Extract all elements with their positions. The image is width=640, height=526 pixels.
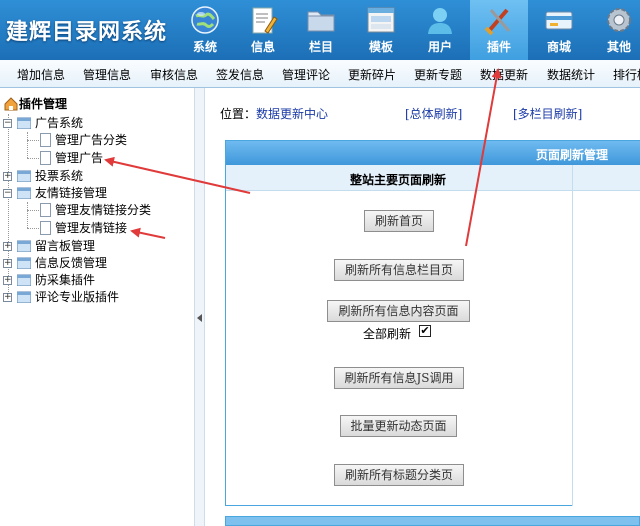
top-header: 建辉目录网系统 系统 信息 栏目 模板 用户 插件 商城 其他 (0, 0, 640, 60)
expand-toggle-icon[interactable]: + (3, 259, 12, 268)
folder-icon (304, 4, 338, 36)
subnav-manage-comments[interactable]: 管理评论 (282, 66, 330, 83)
page-icon (40, 203, 51, 217)
gear-icon (602, 4, 636, 36)
folder-open-icon (17, 117, 31, 129)
tree-node-label: 留言板管理 (35, 239, 96, 253)
subnav-manage-info[interactable]: 管理信息 (83, 66, 131, 83)
tree-node-label: 评论专业版插件 (35, 290, 120, 304)
nav-info[interactable]: 信息 (234, 0, 292, 60)
refresh-home-button[interactable]: 刷新首页 (364, 210, 434, 232)
tree-leaf-label: 管理广告分类 (55, 133, 128, 147)
nav-template-label: 模板 (368, 40, 393, 54)
tree-connector (27, 228, 39, 229)
folder-icon (17, 291, 31, 303)
page-icon (40, 151, 51, 165)
folder-icon (17, 274, 31, 286)
subnav-update-topics[interactable]: 更新专题 (414, 66, 462, 83)
refresh-panel: 页面刷新管理 整站主要页面刷新 (225, 140, 640, 506)
refresh-title-class-button[interactable]: 刷新所有标题分类页 (334, 464, 464, 486)
collapse-arrow-icon[interactable] (197, 314, 202, 322)
refresh-class-pages-button[interactable]: 刷新所有信息栏目页 (334, 259, 464, 281)
tree-node-label: 信息反馈管理 (35, 256, 108, 270)
nav-system-label: 系统 (192, 40, 217, 54)
nav-template[interactable]: 模板 (352, 0, 410, 60)
breadcrumb: 位置：数据更新中心 (220, 105, 328, 122)
section-header: 整站主要页面刷新 (226, 165, 572, 191)
tree-node-label: 防采集插件 (35, 273, 96, 287)
subnav-data-update[interactable]: 数据更新 (480, 66, 528, 83)
window-icon (364, 4, 398, 36)
next-panel-header (225, 516, 640, 526)
folder-icon (17, 170, 31, 182)
collapse-toggle-icon[interactable]: − (3, 189, 12, 198)
nav-other-label: 其他 (606, 40, 631, 54)
brand-title: 建辉目录网系统 (6, 20, 168, 45)
sub-nav: 增加信息 管理信息 审核信息 签发信息 管理评论 更新碎片 更新专题 数据更新 … (0, 60, 640, 88)
tree-connector (27, 202, 28, 228)
subnav-update-fragments[interactable]: 更新碎片 (348, 66, 396, 83)
tools-icon (482, 4, 516, 36)
collapse-toggle-icon[interactable]: − (3, 119, 12, 128)
nav-info-label: 信息 (250, 40, 275, 54)
nav-column-label: 栏目 (308, 40, 333, 54)
tree-connector (27, 140, 39, 141)
panel-header: 页面刷新管理 (226, 141, 640, 165)
document-pencil-icon (246, 4, 280, 36)
folder-open-icon (17, 187, 31, 199)
card-icon (542, 4, 576, 36)
expand-toggle-icon[interactable]: + (3, 172, 12, 181)
nav-mall[interactable]: 商城 (530, 0, 588, 60)
refresh-js-button[interactable]: 刷新所有信息JS调用 (334, 367, 464, 389)
nav-other[interactable]: 其他 (590, 0, 640, 60)
tree-leaf-label: 管理友情链接分类 (55, 203, 152, 217)
tree-connector (27, 132, 28, 158)
tree-node-label: 投票系统 (35, 169, 84, 183)
panel-title: 页面刷新管理 (536, 148, 609, 162)
breadcrumb-link[interactable]: 数据更新中心 (256, 107, 328, 121)
update-dynamic-pages-button[interactable]: 批量更新动态页面 (340, 415, 457, 437)
tree-connector (27, 158, 39, 159)
expand-toggle-icon[interactable]: + (3, 276, 12, 285)
page-icon (40, 133, 51, 147)
section-right-column (572, 165, 640, 506)
home-icon (4, 97, 18, 111)
subnav-data-stats[interactable]: 数据统计 (547, 66, 595, 83)
refresh-all-link[interactable]: [总体刷新] (405, 105, 462, 122)
nav-mall-label: 商城 (546, 40, 571, 54)
full-refresh-checkbox[interactable]: ✔ (419, 325, 431, 337)
sidebar-splitter[interactable] (194, 88, 205, 526)
subnav-audit-info[interactable]: 审核信息 (150, 66, 198, 83)
folder-icon (17, 257, 31, 269)
full-refresh-label: 全部刷新 (363, 327, 412, 341)
nav-column[interactable]: 栏目 (292, 0, 350, 60)
nav-plugin-label: 插件 (486, 40, 511, 54)
page-icon (40, 221, 51, 235)
nav-user[interactable]: 用户 (411, 0, 469, 60)
subnav-ranking[interactable]: 排行榜 (613, 66, 640, 83)
expand-toggle-icon[interactable]: + (3, 293, 12, 302)
tree-root-label: 插件管理 (19, 97, 68, 111)
app-window: 建辉目录网系统 系统 信息 栏目 模板 用户 插件 商城 其他 增加信息 管理信… (0, 0, 640, 526)
expand-toggle-icon[interactable]: + (3, 242, 12, 251)
tree-connector (8, 114, 9, 302)
refresh-content-pages-button[interactable]: 刷新所有信息内容页面 (327, 300, 470, 322)
nav-user-label: 用户 (427, 40, 452, 54)
section-title: 整站主要页面刷新 (350, 173, 447, 187)
breadcrumb-prefix: 位置： (220, 107, 257, 121)
nav-plugin[interactable]: 插件 (470, 0, 528, 60)
tree-node-label: 广告系统 (35, 116, 84, 130)
subnav-add-info[interactable]: 增加信息 (17, 66, 65, 83)
tree-connector (27, 210, 39, 211)
folder-icon (17, 240, 31, 252)
refresh-multi-column-link[interactable]: [多栏目刷新] (513, 105, 582, 122)
subnav-sign-info[interactable]: 签发信息 (216, 66, 264, 83)
globe-icon (188, 4, 222, 36)
user-icon (423, 4, 457, 36)
plugin-tree: 插件管理 − 广告系统 管理广告分类 管理广告 + 投票系统 − 友情链接管理 (0, 90, 194, 526)
tree-node-label: 友情链接管理 (35, 186, 108, 200)
tree-leaf-label: 管理广告 (55, 151, 104, 165)
tree-leaf-label: 管理友情链接 (55, 221, 128, 235)
nav-system[interactable]: 系统 (176, 0, 234, 60)
